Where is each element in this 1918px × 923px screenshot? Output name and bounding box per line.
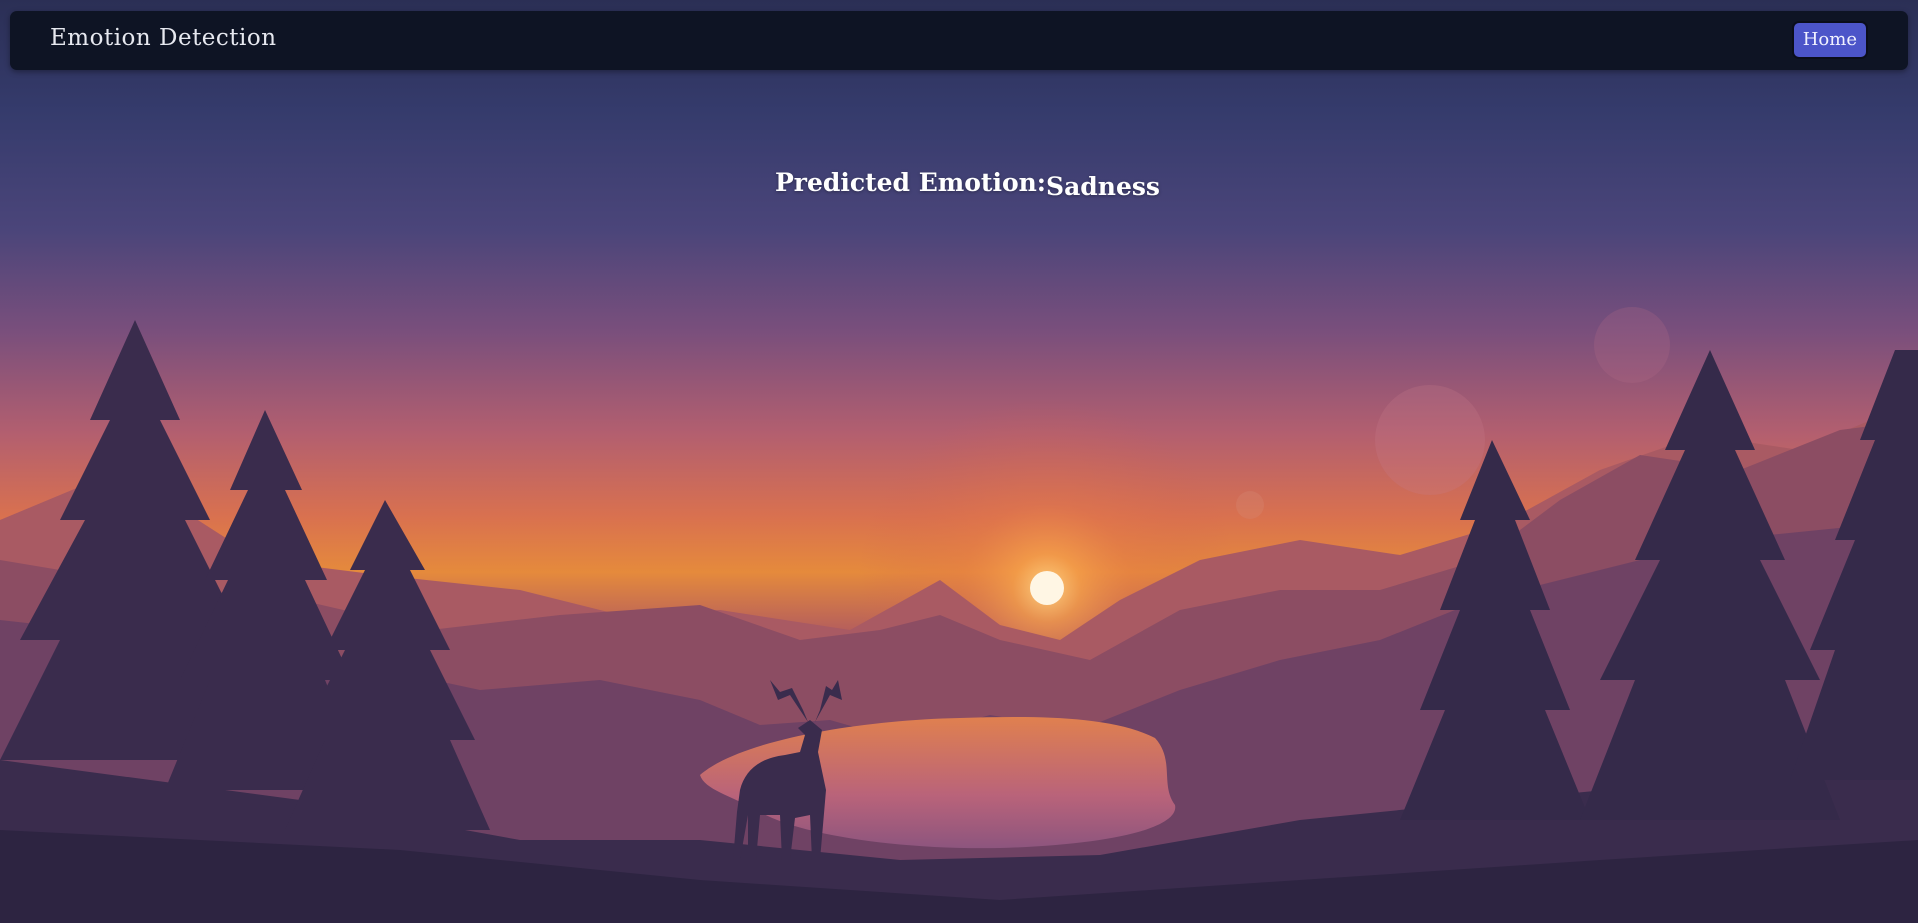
navbar: Emotion Detection Home <box>10 11 1908 70</box>
page: Emotion Detection Home Predicted Emotion… <box>0 0 1918 923</box>
prediction-value: Sadness <box>1046 172 1160 201</box>
prediction-label: Predicted Emotion: <box>775 168 1047 197</box>
prediction-result: Predicted Emotion:Sadness <box>775 168 1160 201</box>
trees-left <box>0 320 490 830</box>
brand-title[interactable]: Emotion Detection <box>50 25 277 51</box>
sun-icon <box>1030 571 1064 605</box>
home-button[interactable]: Home <box>1791 21 1868 59</box>
background-landscape <box>0 307 1918 923</box>
